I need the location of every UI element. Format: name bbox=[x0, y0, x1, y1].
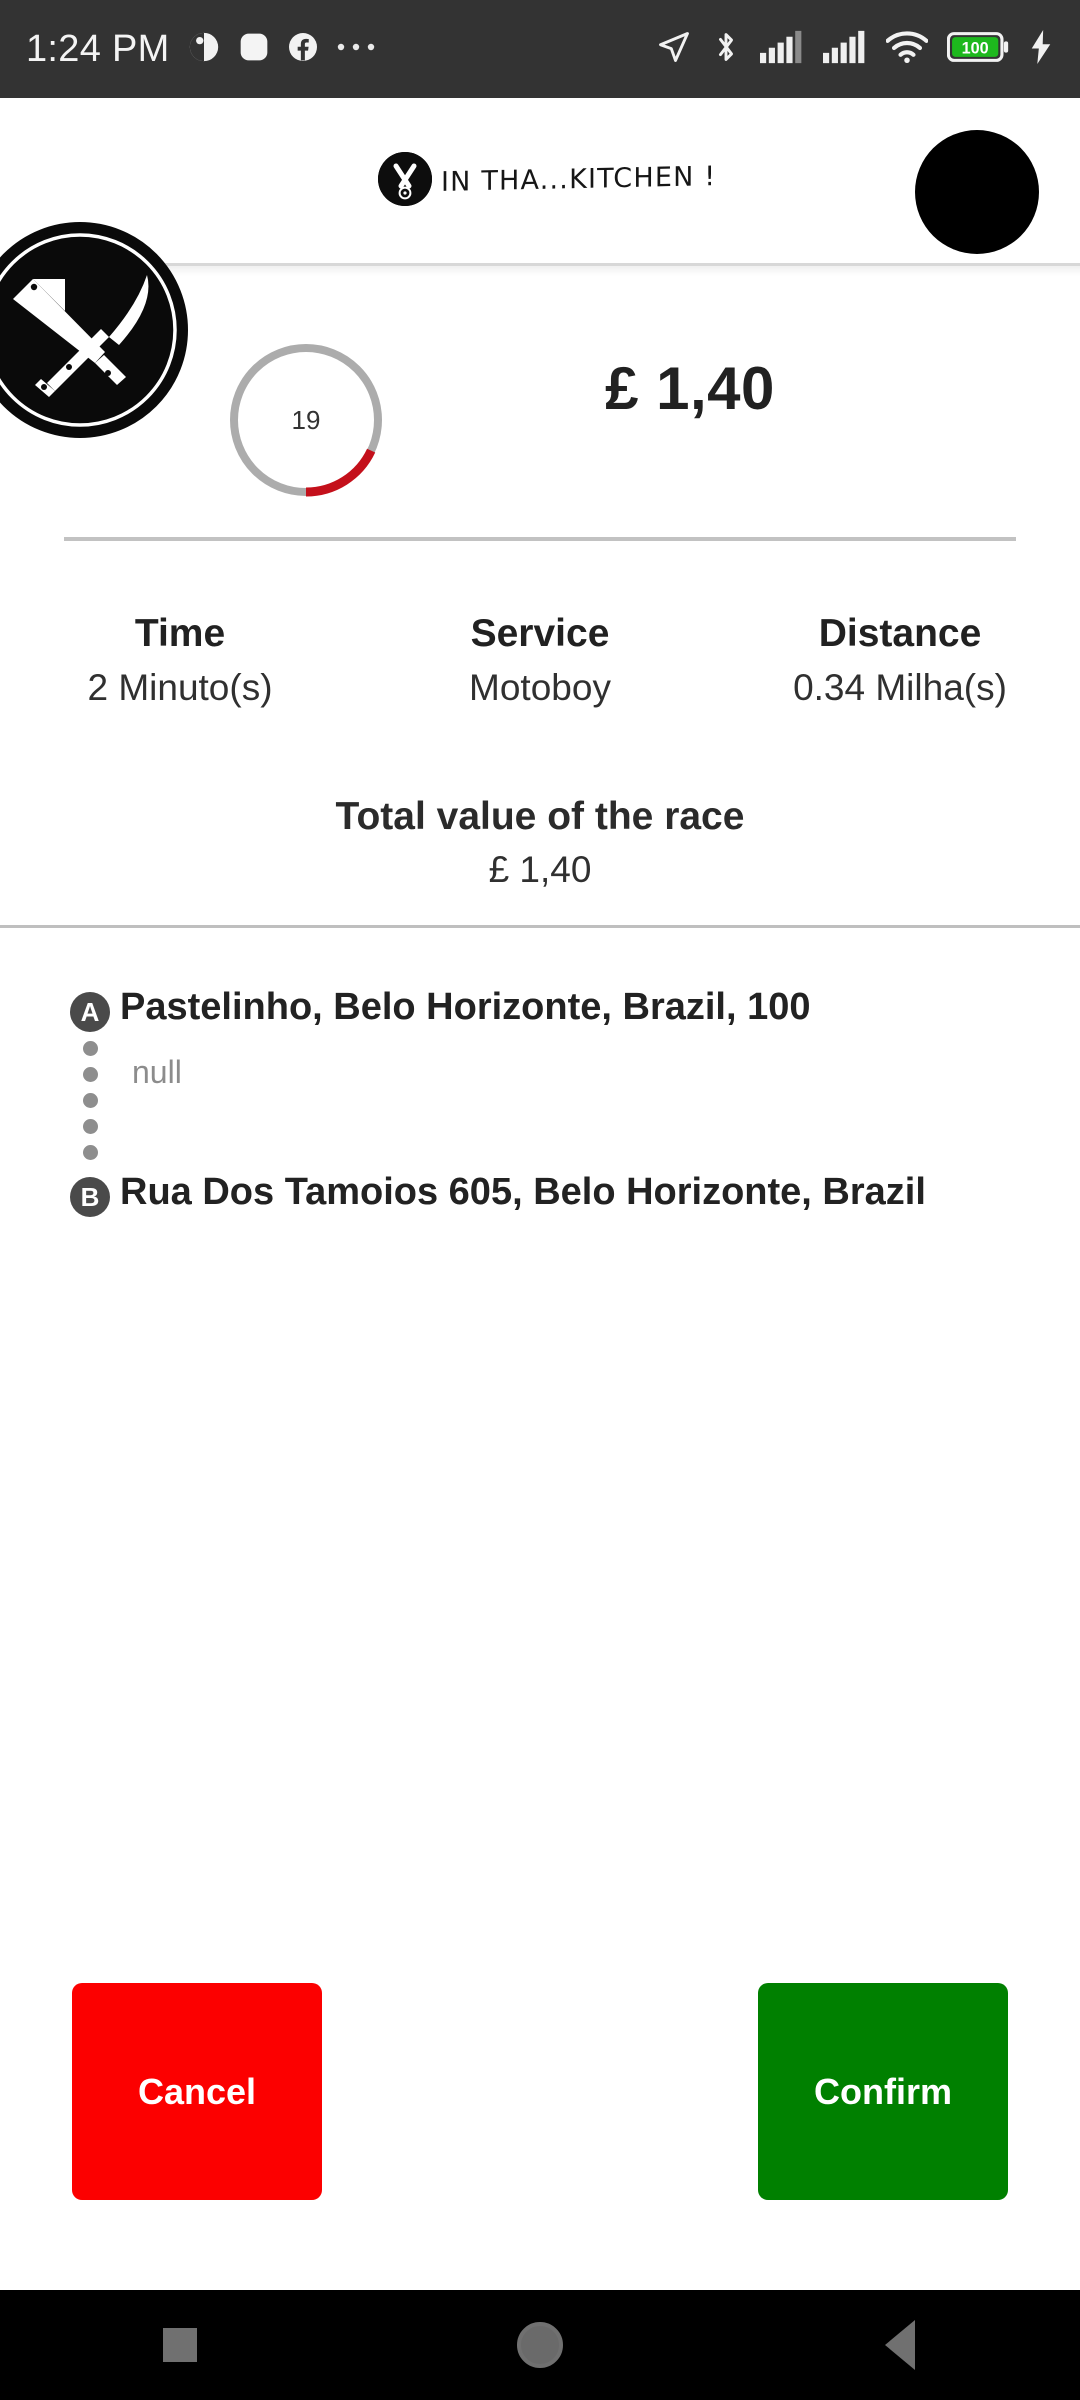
summary-divider bbox=[64, 537, 1016, 541]
route-list: A Pastelinho, Belo Horizonte, Brazil, 10… bbox=[70, 985, 1030, 1217]
home-circle-icon[interactable] bbox=[480, 2290, 600, 2400]
route-divider bbox=[0, 925, 1080, 928]
cancel-button[interactable]: Cancel bbox=[72, 1983, 322, 2200]
wifi-icon bbox=[885, 30, 929, 69]
status-bar: 1:24 PM 100 bbox=[0, 0, 1080, 98]
svg-text:100: 100 bbox=[962, 39, 989, 57]
action-bar: Cancel Confirm bbox=[0, 1983, 1080, 2200]
stats-row: Time 2 Minuto(s) Service Motoboy Distanc… bbox=[0, 610, 1080, 712]
android-nav-bar bbox=[0, 2290, 1080, 2400]
route-dots-icon bbox=[70, 1032, 110, 1160]
crossed-knives-logo-icon bbox=[378, 152, 432, 206]
pickup-row: A Pastelinho, Belo Horizonte, Brazil, 10… bbox=[70, 985, 1030, 1032]
location-arrow-icon bbox=[656, 29, 692, 70]
back-triangle-icon[interactable] bbox=[840, 2290, 960, 2400]
battery-icon: 100 bbox=[946, 31, 1009, 68]
charging-bolt-icon bbox=[1028, 29, 1054, 69]
stat-time-label: Time bbox=[134, 612, 226, 655]
dropoff-marker-icon: B bbox=[70, 1177, 110, 1217]
order-price: £ 1,40 bbox=[605, 355, 775, 422]
stat-distance-value: 0.34 Milha(s) bbox=[793, 666, 1007, 708]
avatar[interactable] bbox=[915, 130, 1039, 254]
signal-sim2-icon bbox=[823, 30, 867, 69]
dropoff-address: Rua Dos Tamoios 605, Belo Horizonte, Bra… bbox=[120, 1171, 926, 1213]
stat-service-value: Motoboy bbox=[469, 666, 611, 708]
pickup-marker-icon: A bbox=[70, 992, 110, 1032]
stat-distance-label: Distance bbox=[818, 612, 982, 655]
stat-time-value: 2 Minuto(s) bbox=[87, 666, 273, 708]
app-screen: 1:24 PM 100 IN THA...KITCHEN ! 19 £ 1,40… bbox=[0, 0, 1080, 2400]
signal-sim1-icon bbox=[760, 30, 804, 69]
more-notifications-icon bbox=[336, 40, 376, 59]
stat-time: Time 2 Minuto(s) bbox=[0, 610, 360, 712]
total-value-label: Total value of the race bbox=[335, 795, 745, 838]
dropoff-row: B Rua Dos Tamoios 605, Belo Horizonte, B… bbox=[70, 1170, 1030, 1217]
stat-service-label: Service bbox=[470, 612, 610, 655]
route-connector: null bbox=[70, 1032, 1030, 1160]
pickup-address: Pastelinho, Belo Horizonte, Brazil, 100 bbox=[120, 986, 811, 1028]
status-clock: 1:24 PM bbox=[26, 27, 170, 70]
total-value-amount: £ 1,40 bbox=[488, 849, 592, 890]
app-notification-icon bbox=[238, 31, 270, 68]
bluetooth-icon bbox=[711, 29, 741, 70]
status-bar-left: 1:24 PM bbox=[26, 28, 656, 71]
total-value-block: Total value of the race £ 1,40 bbox=[0, 795, 1080, 891]
order-summary: 19 £ 1,40 bbox=[0, 340, 1080, 540]
brand-title: IN THA...KITCHEN ! bbox=[378, 152, 716, 206]
status-bar-right: 100 bbox=[656, 29, 1054, 70]
stat-service: Service Motoboy bbox=[360, 610, 720, 712]
recents-square-icon[interactable] bbox=[120, 2290, 240, 2400]
brand-text: IN THA...KITCHEN ! bbox=[441, 160, 717, 198]
stat-distance: Distance 0.34 Milha(s) bbox=[720, 610, 1080, 712]
pickup-note: null bbox=[132, 1054, 182, 1090]
facebook-icon bbox=[287, 31, 319, 68]
clock-notification-icon bbox=[187, 30, 221, 69]
confirm-button[interactable]: Confirm bbox=[758, 1983, 1008, 2200]
